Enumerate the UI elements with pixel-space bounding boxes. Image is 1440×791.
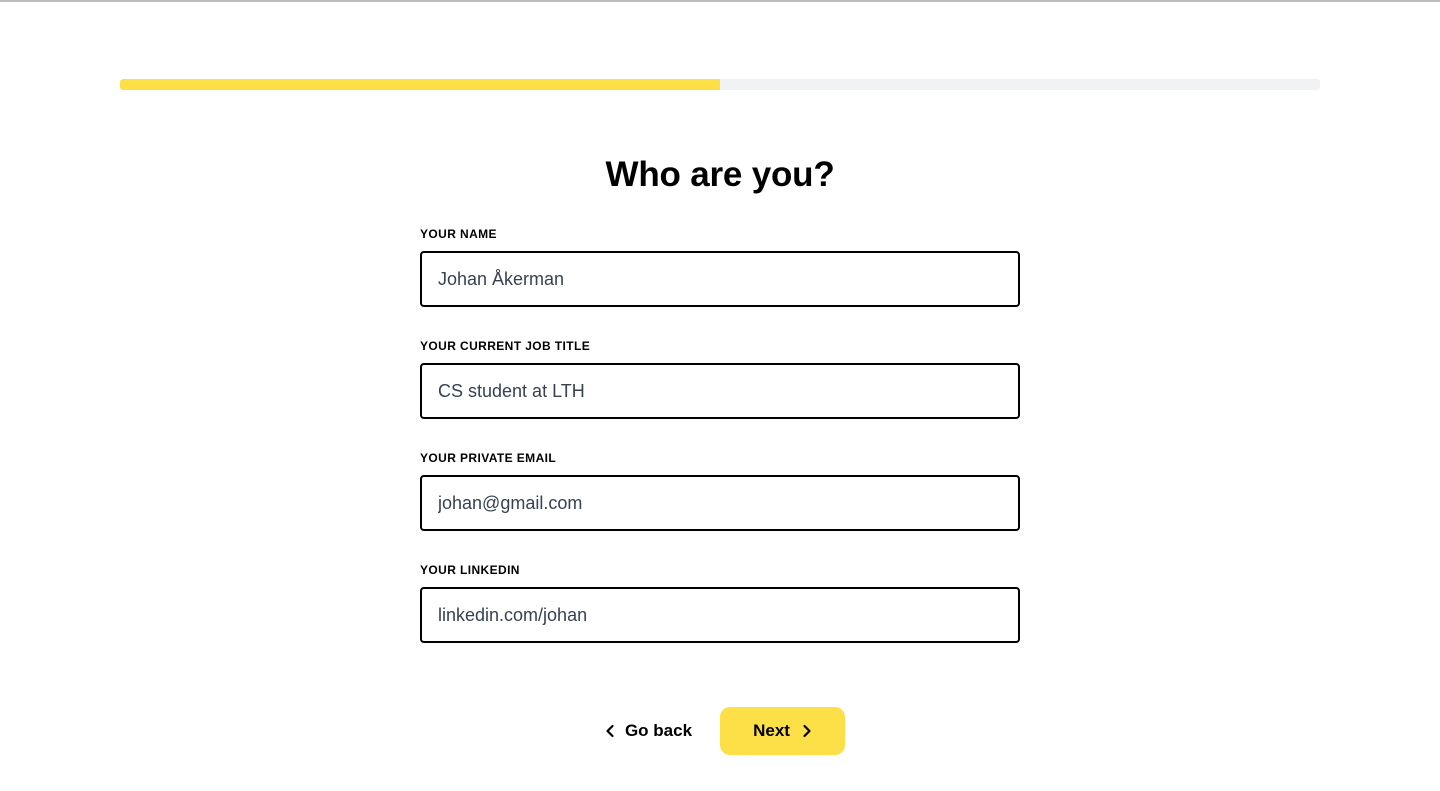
email-field-label: YOUR PRIVATE EMAIL xyxy=(420,451,557,465)
job-title-field-group: YOUR CURRENT JOB TITLE xyxy=(420,339,1020,419)
next-label: Next xyxy=(753,721,790,740)
go-back-button[interactable]: Go back xyxy=(595,707,702,755)
job-title-field-label: YOUR CURRENT JOB TITLE xyxy=(420,339,591,353)
email-input[interactable] xyxy=(420,475,1020,531)
form-actions: Go back Next xyxy=(0,707,1440,755)
progress-bar xyxy=(120,79,1320,90)
next-button[interactable]: Next xyxy=(720,707,846,755)
job-title-input[interactable] xyxy=(420,363,1020,419)
name-field-group: YOUR NAME xyxy=(420,227,1020,307)
linkedin-input[interactable] xyxy=(420,587,1020,643)
window-top-border xyxy=(0,0,1440,2)
linkedin-field-group: YOUR LINKEDIN xyxy=(420,563,1020,643)
linkedin-field-label: YOUR LINKEDIN xyxy=(420,563,520,577)
go-back-label: Go back xyxy=(624,721,693,740)
name-input[interactable] xyxy=(420,251,1020,307)
chevron-left-icon xyxy=(605,724,615,738)
name-field-label: YOUR NAME xyxy=(420,227,497,241)
page-title: Who are you? xyxy=(605,155,835,194)
chevron-right-icon xyxy=(802,724,812,738)
email-field-group: YOUR PRIVATE EMAIL xyxy=(420,451,1020,531)
progress-bar-fill xyxy=(120,79,720,90)
